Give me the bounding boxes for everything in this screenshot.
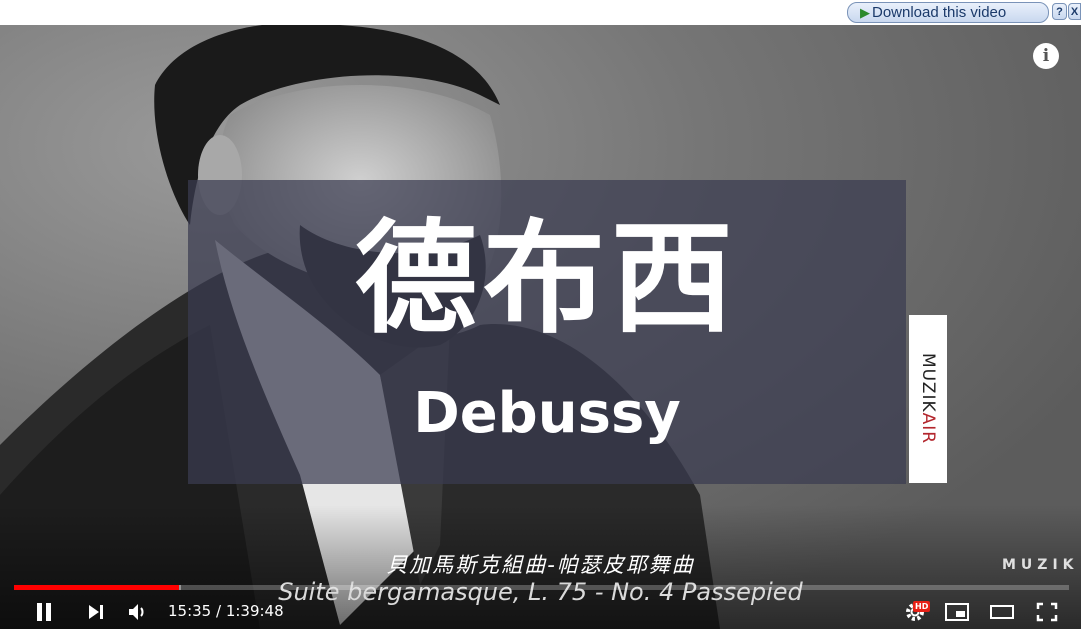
side-tab-main-text: MUZIK (918, 353, 938, 414)
miniplayer-icon (945, 603, 969, 621)
pause-button[interactable] (30, 599, 58, 625)
channel-side-tab: MUZIKAIR (909, 315, 947, 483)
close-button[interactable]: X (1068, 3, 1081, 20)
info-icon[interactable]: i (1033, 43, 1059, 69)
caption-chinese: 貝加馬斯克組曲-帕瑟皮耶舞曲 (386, 553, 695, 577)
miniplayer-button[interactable] (942, 599, 972, 625)
volume-icon (129, 604, 144, 620)
progress-played (14, 585, 179, 590)
composer-name-chinese: 德布西 (355, 208, 739, 350)
progress-bar[interactable] (14, 585, 1069, 590)
fullscreen-button[interactable] (1032, 599, 1062, 625)
channel-side-tab-text: MUZIKAIR (918, 353, 938, 444)
download-video-button[interactable]: ▶ Download this video (847, 2, 1049, 23)
help-button[interactable]: ? (1052, 3, 1067, 20)
play-icon: ▶ (860, 4, 870, 20)
pause-icon (37, 603, 51, 621)
download-video-label: Download this video (872, 4, 1007, 21)
theater-mode-button[interactable] (987, 599, 1017, 625)
volume-button[interactable] (124, 599, 152, 625)
side-tab-accent-text: AIR (918, 413, 938, 445)
hd-badge: HD (913, 601, 931, 612)
time-display: 15:35 / 1:39:48 (168, 602, 284, 620)
title-card: 德布西 Debussy (188, 180, 906, 484)
download-bar: ▶ Download this video ? X (0, 0, 1081, 25)
composer-name-english: Debussy (413, 381, 681, 446)
fullscreen-icon (1036, 602, 1058, 622)
theater-icon (990, 605, 1014, 619)
next-button[interactable] (82, 599, 110, 625)
next-icon (89, 605, 103, 619)
video-player[interactable]: i 德布西 Debussy MUZIKAIR MUZIK 貝加馬斯克組曲-帕瑟皮… (0, 25, 1081, 629)
